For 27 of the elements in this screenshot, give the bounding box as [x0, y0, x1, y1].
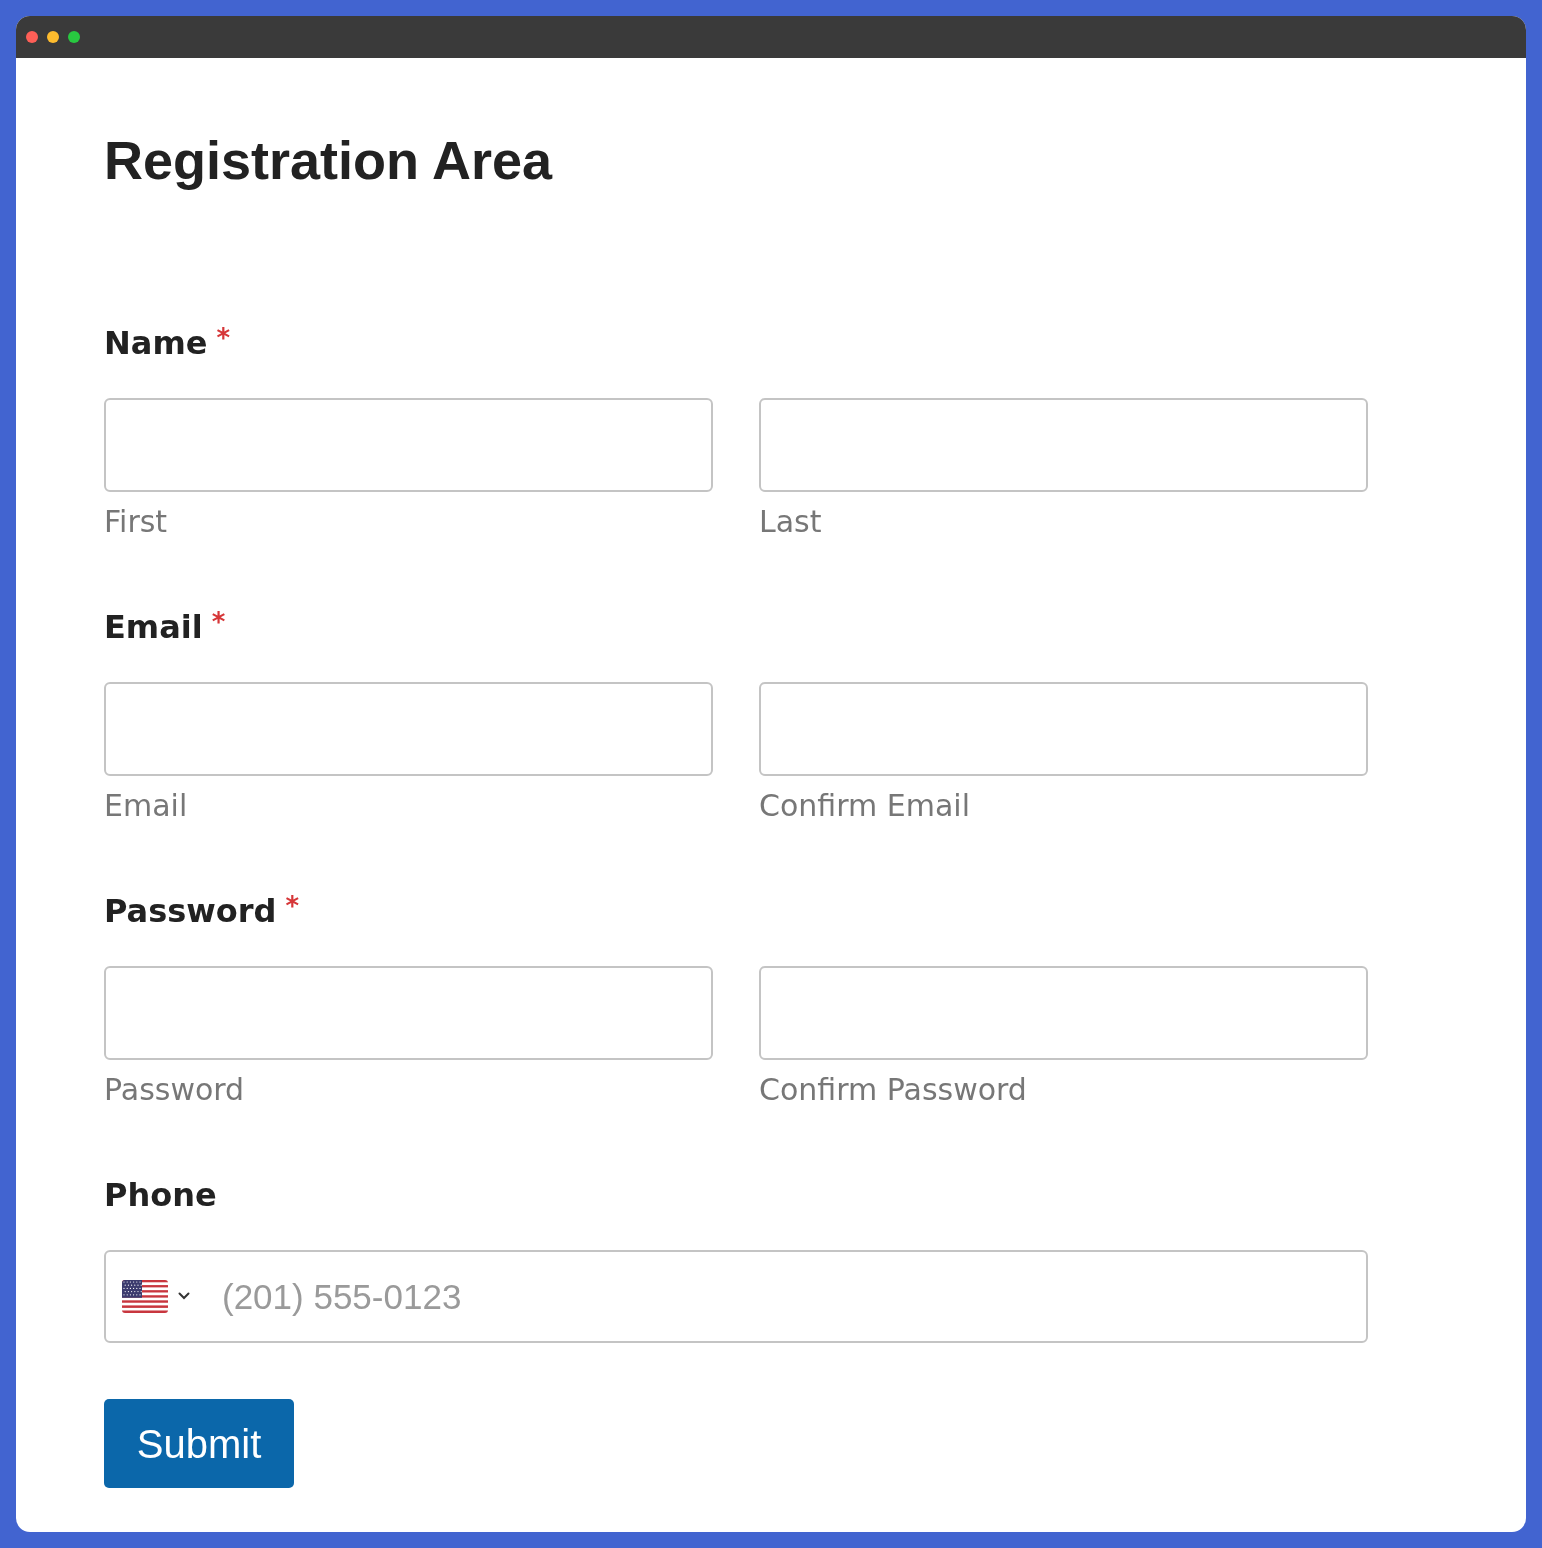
minimize-icon[interactable]	[47, 31, 59, 43]
field-caption: First	[104, 504, 168, 540]
input-field[interactable]	[759, 398, 1368, 492]
input-field[interactable]	[104, 398, 713, 492]
phone-field[interactable]: (201) 555-0123	[104, 1250, 1368, 1343]
input-field[interactable]	[104, 966, 713, 1060]
field-caption: Email	[104, 788, 188, 824]
required-asterisk: *	[285, 891, 300, 921]
field-caption: Confirm Email	[759, 788, 970, 824]
field-caption: Last	[759, 504, 822, 540]
required-asterisk: *	[211, 607, 226, 637]
chevron-down-icon	[178, 1292, 190, 1300]
input-field[interactable]	[104, 682, 713, 776]
field-label: Name	[104, 323, 208, 363]
field-caption: Password	[104, 1072, 245, 1108]
field-caption: Confirm Password	[759, 1072, 1027, 1108]
field-label: Phone	[104, 1175, 217, 1215]
field-label: Email	[104, 607, 203, 647]
input-field[interactable]	[759, 682, 1368, 776]
field-label: Password	[104, 891, 277, 931]
close-icon[interactable]	[26, 31, 38, 43]
input-field[interactable]	[759, 966, 1368, 1060]
form-title: Registration Area	[104, 130, 553, 190]
submit-button[interactable]: Submit	[104, 1399, 294, 1488]
maximize-icon[interactable]	[68, 31, 80, 43]
flag-icon	[122, 1279, 168, 1313]
required-asterisk: *	[216, 323, 231, 353]
